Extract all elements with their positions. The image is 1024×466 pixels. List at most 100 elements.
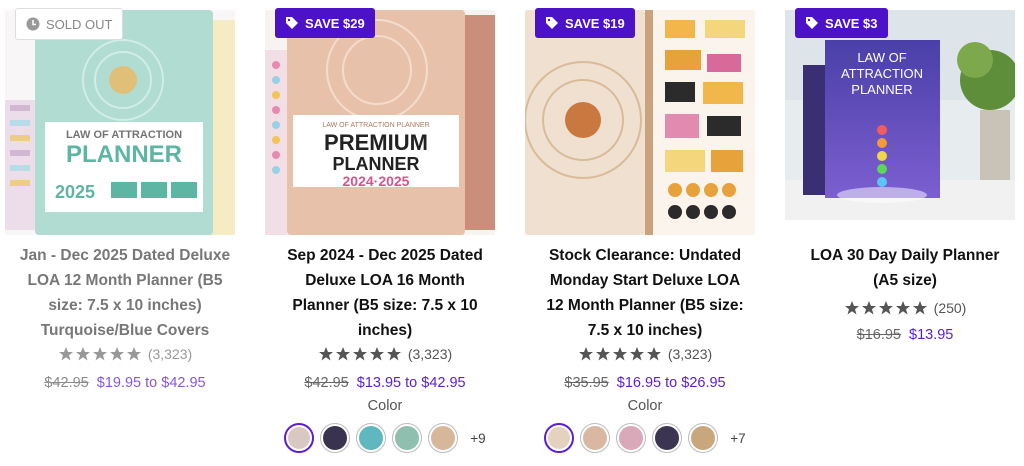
swatch-fill [619,426,644,450]
tag-icon [546,17,558,29]
save-badge: SAVE $19 [535,8,635,38]
planner-cover-illustration [525,10,755,235]
rating-count: (3,323) [667,346,713,362]
svg-text:2024·2025: 2024·2025 [343,173,410,189]
title-line: (A5 size) [873,272,937,289]
svg-text:PLANNER: PLANNER [332,154,419,174]
planner-cover-illustration: LAW OF ATTRACTION PLANNER PREMIUM PLANNE… [265,10,495,235]
title-line: Stock Clearance: Undated [548,247,742,264]
star-icon [92,347,107,361]
title-line: 12 Month Planner (B5 size: [546,297,744,314]
swatch-fill [395,426,420,450]
title-line: size: 7.5 x 10 inches) [48,297,202,314]
star-rating [58,346,142,362]
sale-price: $16.95 to $26.95 [616,375,726,391]
star-icon [646,347,661,361]
badge-label: SAVE $29 [305,15,365,31]
product-image[interactable]: LAW OF ATTRACTION PLANNER PREMIUM PLANNE… [265,10,495,235]
price: $35.95 $16.95 to $26.95 [525,375,765,391]
star-rating [578,346,662,362]
badge-label: SOLD OUT [46,16,113,32]
swatch-fill [323,426,348,450]
swatch-fill [431,426,456,450]
title-line: Turquoise/Blue Covers [40,322,210,339]
color-swatch[interactable] [652,423,683,453]
badge-label: SAVE $19 [565,15,625,31]
rating-count: (3,323) [147,346,193,362]
star-icon [109,347,124,361]
sale-price: $13.95 [909,327,954,343]
product-image[interactable] [525,10,755,235]
sale-price: $19.95 to $42.95 [96,375,206,391]
sale-price: $13.95 to $42.95 [356,375,466,391]
star-icon [844,301,859,315]
star-icon [878,301,893,315]
title-line: 7.5 x 10 inches) [587,322,703,339]
color-swatch[interactable] [428,423,459,453]
rating-count: (250) [933,300,967,316]
product-image[interactable]: LAW OF ATTRACTION PLANNER 2025 B5 [5,10,235,235]
product-title[interactable]: Stock Clearance: Undated Monday Start De… [525,243,765,343]
color-swatch[interactable] [580,423,611,453]
title-line: Monday Start Deluxe LOA [549,272,741,289]
product-title[interactable]: Sep 2024 - Dec 2025 Dated Deluxe LOA 16 … [265,243,505,343]
star-icon [318,347,333,361]
swatch-fill [655,426,680,450]
star-icon [612,347,627,361]
svg-text:LAW OF: LAW OF [857,50,906,65]
price: $42.95 $19.95 to $42.95 [5,375,245,391]
star-icon [895,301,910,315]
color-swatch[interactable] [284,423,315,453]
star-icon [595,347,610,361]
star-icon [629,347,644,361]
svg-text:ATTRACTION: ATTRACTION [841,66,923,81]
tag-icon [806,17,818,29]
product-title[interactable]: Jan - Dec 2025 Dated Deluxe LOA 12 Month… [5,243,245,343]
color-swatch[interactable] [320,423,351,453]
star-icon [578,347,593,361]
star-rating [318,346,402,362]
star-icon [912,301,927,315]
product-title[interactable]: LOA 30 Day Daily Planner (A5 size) [785,243,1024,293]
original-price: $42.95 [44,375,89,391]
svg-text:LAW OF ATTRACTION PLANNER: LAW OF ATTRACTION PLANNER [322,122,429,129]
product-image[interactable]: LAW OF ATTRACTION PLANNER [785,10,1015,220]
star-icon [861,301,876,315]
rating: (3,323) [265,346,505,362]
color-swatch[interactable] [544,423,575,453]
original-price: $42.95 [304,375,349,391]
color-swatch[interactable] [688,423,719,453]
planner-cover-illustration: LAW OF ATTRACTION PLANNER [785,10,1015,220]
price: $42.95 $13.95 to $42.95 [265,375,505,391]
svg-text:PREMIUM: PREMIUM [324,130,428,155]
title-line: Sep 2024 - Dec 2025 Dated [287,247,483,264]
color-swatch[interactable] [392,423,423,453]
clock-icon [26,17,40,31]
star-rating [844,300,928,316]
title-line: inches) [357,322,413,339]
star-icon [352,347,367,361]
color-swatch[interactable] [356,423,387,453]
rating: (3,323) [5,346,245,362]
rating: (3,323) [525,346,765,362]
swatch-fill [583,426,608,450]
star-icon [126,347,141,361]
price: $16.95 $13.95 [785,327,1024,343]
save-badge: SAVE $29 [275,8,375,38]
star-icon [335,347,350,361]
svg-text:PLANNER: PLANNER [851,82,912,97]
more-colors-link[interactable]: +9 [470,431,485,446]
planner-cover-illustration: LAW OF ATTRACTION PLANNER 2025 B5 [5,10,235,235]
title-line: Planner (B5 size: 7.5 x 10 [292,297,478,314]
star-icon [58,347,73,361]
title-line: Jan - Dec 2025 Dated Deluxe [19,247,231,264]
star-icon [75,347,90,361]
title-line: LOA 12 Month Planner (B5 [27,272,223,289]
color-swatch[interactable] [616,423,647,453]
color-label: Color [367,398,403,414]
original-price: $35.95 [564,375,609,391]
save-badge: SAVE $3 [795,8,888,38]
more-colors-link[interactable]: +7 [730,431,745,446]
original-price: $16.95 [856,327,901,343]
tag-icon [286,17,298,29]
